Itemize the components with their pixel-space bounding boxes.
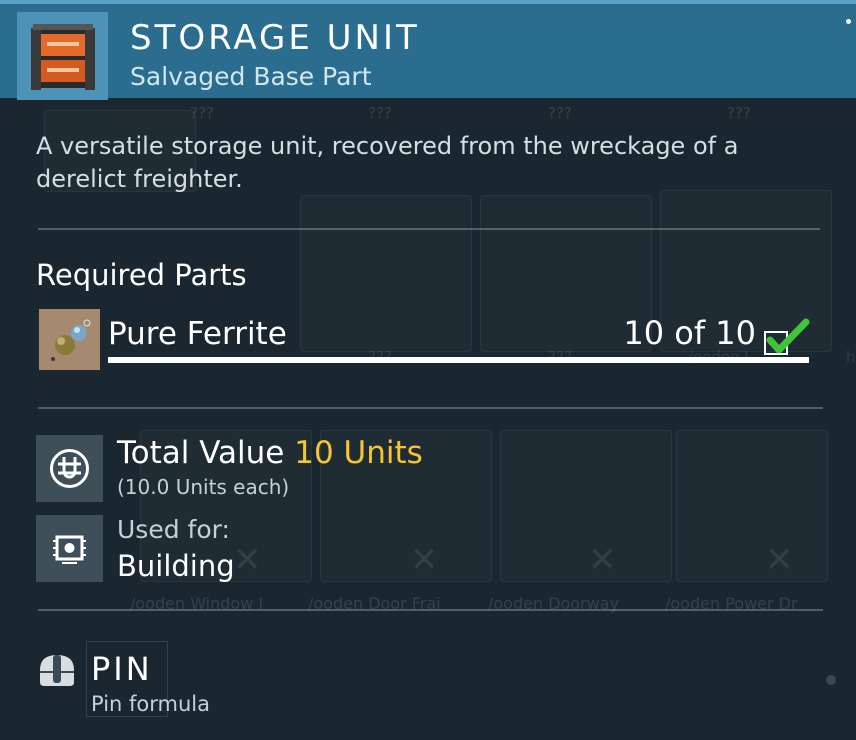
divider — [38, 228, 820, 230]
ghost-item-label: h — [846, 348, 856, 366]
used-for-value: Building — [117, 549, 235, 583]
required-parts-heading: Required Parts — [36, 258, 247, 292]
total-value-amount: 10 Units — [294, 435, 423, 471]
scroll-indicator-dot — [826, 675, 836, 685]
divider — [38, 609, 823, 611]
ghost-tools-icon: ✕ — [765, 540, 794, 580]
item-header: STORAGE UNIT Salvaged Base Part — [0, 0, 856, 100]
ghost-tools-icon: ✕ — [588, 540, 617, 580]
item-description: A versatile storage unit, recovered from… — [36, 132, 739, 193]
pin-label: PIN — [91, 650, 153, 688]
ghost-unknown-label: ??? — [368, 104, 392, 122]
used-for-label: Used for: — [117, 515, 230, 544]
building-chip-icon — [36, 515, 103, 582]
divider — [38, 407, 823, 409]
pin-sub-label: Pin formula — [91, 692, 210, 716]
total-value-label: Total Value — [117, 435, 285, 471]
ghost-unknown-label: ??? — [548, 104, 572, 122]
part-count: 10 of 10 — [623, 314, 756, 352]
part-progress-bar — [108, 357, 809, 363]
item-subtitle: Salvaged Base Part — [130, 62, 372, 91]
header-indicator-dot — [846, 19, 851, 24]
total-value: Total Value 10 Units — [117, 435, 423, 471]
check-icon — [764, 318, 810, 358]
pure-ferrite-icon — [39, 309, 100, 370]
background-inventory-grid: ??? ??? ??? ??? ??? ??? /ooden l h ✕ ✕ ✕… — [0, 0, 856, 740]
ghost-tile — [500, 430, 672, 582]
part-name: Pure Ferrite — [108, 316, 287, 352]
ghost-unknown-label: ??? — [190, 104, 214, 122]
units-currency-icon — [36, 435, 103, 502]
mouse-pin-icon — [36, 652, 78, 688]
ghost-tools-icon: ✕ — [410, 540, 439, 580]
storage-crate-icon — [17, 12, 108, 100]
ghost-tile — [676, 430, 828, 582]
ghost-tools-icon: ✕ — [233, 540, 262, 580]
item-title: STORAGE UNIT — [130, 18, 420, 58]
value-each: (10.0 Units each) — [117, 475, 290, 499]
ghost-tile — [300, 195, 472, 352]
ghost-unknown-label: ??? — [727, 104, 751, 122]
